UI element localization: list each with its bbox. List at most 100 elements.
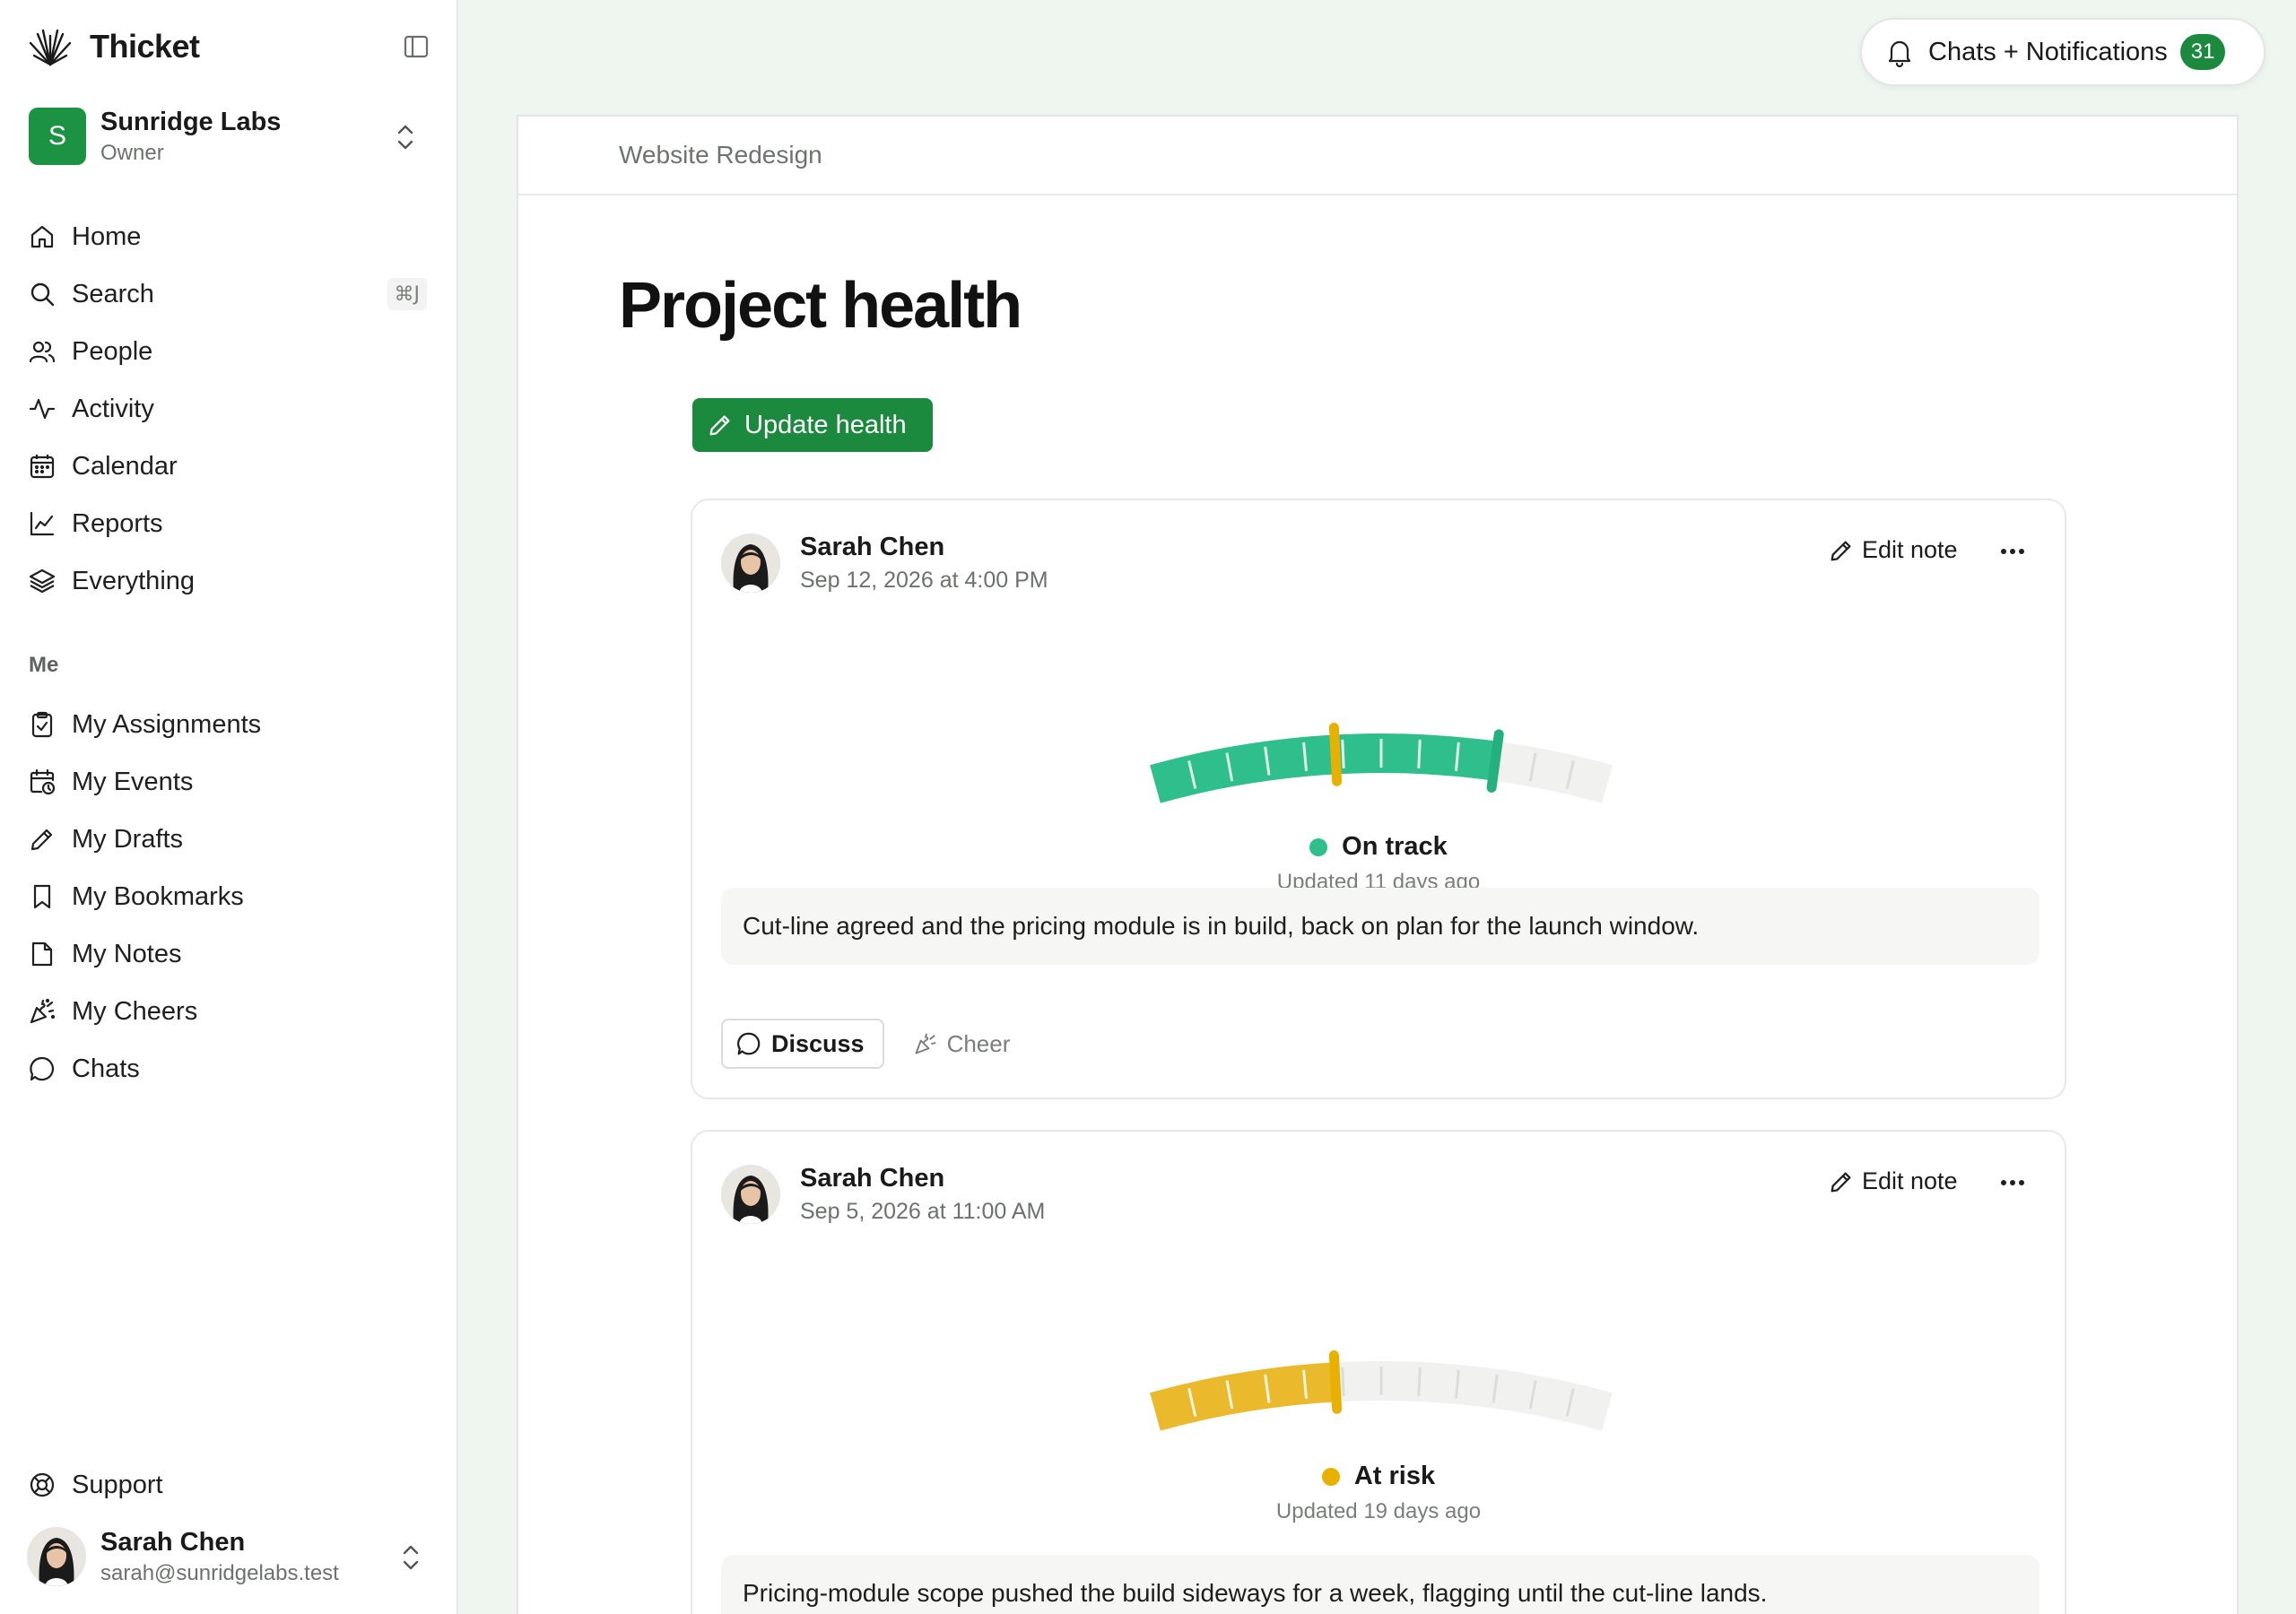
breadcrumb[interactable]: Website Redesign <box>619 141 822 169</box>
me-nav: My Assignments My Events My Drafts My Bo… <box>27 696 432 1098</box>
search-shortcut-badge: ⌘J <box>387 278 427 310</box>
section-label-me: Me <box>29 653 59 677</box>
card-author: Sarah Chen Sep 5, 2026 at 11:00 AM <box>721 1164 1045 1225</box>
nav-label: My Drafts <box>72 824 184 854</box>
chart-line-icon <box>27 508 57 539</box>
status-label: At risk <box>1353 1462 1436 1490</box>
nav-label: Calendar <box>72 451 178 481</box>
party-popper-icon <box>915 1033 936 1054</box>
avatar[interactable] <box>721 1165 780 1224</box>
status-label: On track <box>1342 832 1448 861</box>
chevron-up-down-icon <box>403 1545 419 1570</box>
nav-item-support[interactable]: Support <box>27 1456 163 1514</box>
nav-label: My Assignments <box>72 709 262 739</box>
layers-icon <box>27 566 57 596</box>
nav-item-reports[interactable]: Reports <box>27 495 432 552</box>
status-indicator: On track <box>692 832 2065 862</box>
author-name: Sarah Chen <box>800 533 945 561</box>
home-icon <box>27 221 57 252</box>
avatar <box>27 1527 86 1586</box>
more-options-button[interactable] <box>1995 536 2031 567</box>
cheer-button[interactable]: Cheer <box>913 1029 1011 1058</box>
update-health-button[interactable]: Update health <box>692 398 933 452</box>
edit-note-button[interactable]: Edit note <box>1828 536 1958 564</box>
more-horizontal-icon <box>2001 1180 2024 1185</box>
lifebuoy-icon <box>27 1470 57 1500</box>
brand[interactable]: Thicket <box>27 23 200 70</box>
nav-label: Activity <box>72 394 154 423</box>
gauge-current-marker <box>1328 1349 1343 1414</box>
calendar-icon <box>27 451 57 482</box>
nav-item-my-assignments[interactable]: My Assignments <box>27 696 432 753</box>
bookmark-icon <box>27 881 57 912</box>
people-icon <box>27 336 57 367</box>
nav-item-my-drafts[interactable]: My Drafts <box>27 811 432 868</box>
health-gauge <box>1150 1349 1613 1431</box>
gauge-fill <box>1150 1362 1337 1431</box>
chats-notifications-button[interactable]: Chats + Notifications 31 <box>1860 18 2266 86</box>
user-menu[interactable]: Sarah Chen sarah@sunridgelabs.test <box>27 1524 432 1589</box>
nav-item-people[interactable]: People <box>27 323 432 380</box>
avatar[interactable] <box>721 534 780 593</box>
health-update-card: Sarah Chen Sep 5, 2026 at 11:00 AM Edit … <box>691 1130 2066 1614</box>
clipboard-check-icon <box>27 709 57 740</box>
nav-item-home[interactable]: Home <box>27 208 432 265</box>
calendar-clock-icon <box>27 767 57 797</box>
notifications-label: Chats + Notifications <box>1928 37 2168 66</box>
nav-label: My Notes <box>72 939 182 968</box>
note-icon <box>27 939 57 969</box>
health-note: Pricing-module scope pushed the build si… <box>721 1555 2039 1614</box>
thicket-logo-icon <box>29 29 72 66</box>
pencil-icon <box>709 415 730 436</box>
app-name: Thicket <box>90 28 200 65</box>
nav-item-calendar[interactable]: Calendar <box>27 438 432 495</box>
gauge-segment-divider <box>1417 1367 1422 1397</box>
chevron-up-down-icon <box>397 125 413 150</box>
edit-note-label: Edit note <box>1862 1167 1958 1194</box>
gauge-segment-divider <box>1341 1367 1345 1397</box>
pencil-icon <box>1831 1172 1851 1192</box>
update-date: Sep 5, 2026 at 11:00 AM <box>800 1199 1046 1224</box>
nav-item-my-cheers[interactable]: My Cheers <box>27 983 432 1040</box>
health-update-card: Sarah Chen Sep 12, 2026 at 4:00 PM Edit … <box>691 499 2066 1099</box>
nav-label: Search <box>72 279 154 308</box>
nav-label: My Bookmarks <box>72 881 244 911</box>
workspace-switcher[interactable]: S Sunridge Labs Owner <box>29 106 429 167</box>
status-dot <box>1321 1467 1340 1486</box>
nav-item-search[interactable]: Search ⌘J <box>27 265 432 323</box>
nav-item-my-events[interactable]: My Events <box>27 753 432 811</box>
nav-item-everything[interactable]: Everything <box>27 552 432 610</box>
workspace-avatar: S <box>29 108 86 165</box>
edit-note-button[interactable]: Edit note <box>1828 1167 1958 1195</box>
gauge-segment-divider <box>1341 739 1345 769</box>
nav-item-my-bookmarks[interactable]: My Bookmarks <box>27 868 432 925</box>
author-name: Sarah Chen <box>800 1164 945 1193</box>
search-icon <box>27 279 57 309</box>
sidebar-toggle-icon[interactable] <box>402 32 430 61</box>
pencil-icon <box>1831 541 1851 560</box>
status-indicator: At risk <box>692 1462 2065 1491</box>
status-dot <box>1309 837 1328 856</box>
update-health-label: Update health <box>744 410 907 439</box>
health-gauge <box>1150 722 1613 803</box>
sidebar: Thicket S Sunridge Labs Owner Home Searc… <box>0 0 458 1614</box>
health-note: Cut-line agreed and the pricing module i… <box>721 888 2039 965</box>
user-name: Sarah Chen <box>100 1527 246 1557</box>
nav-label: My Events <box>72 767 194 796</box>
cheer-label: Cheer <box>946 1029 1011 1057</box>
card-actions: Discuss Cheer <box>721 1019 1010 1069</box>
main-panel: Website Redesign Project health Update h… <box>517 115 2239 1614</box>
update-date: Sep 12, 2026 at 4:00 PM <box>800 568 1048 593</box>
more-horizontal-icon <box>2001 549 2024 554</box>
chat-bubble-icon <box>737 1032 761 1055</box>
discuss-button[interactable]: Discuss <box>721 1019 884 1069</box>
nav-item-chats[interactable]: Chats <box>27 1040 432 1098</box>
nav-item-my-notes[interactable]: My Notes <box>27 925 432 983</box>
nav-item-activity[interactable]: Activity <box>27 380 432 438</box>
bell-icon <box>1888 40 1911 68</box>
card-author: Sarah Chen Sep 12, 2026 at 4:00 PM <box>721 533 1048 594</box>
discuss-label: Discuss <box>771 1029 865 1057</box>
nav-label: Home <box>72 221 142 251</box>
more-options-button[interactable] <box>1995 1167 2031 1198</box>
pencil-icon <box>27 824 57 855</box>
